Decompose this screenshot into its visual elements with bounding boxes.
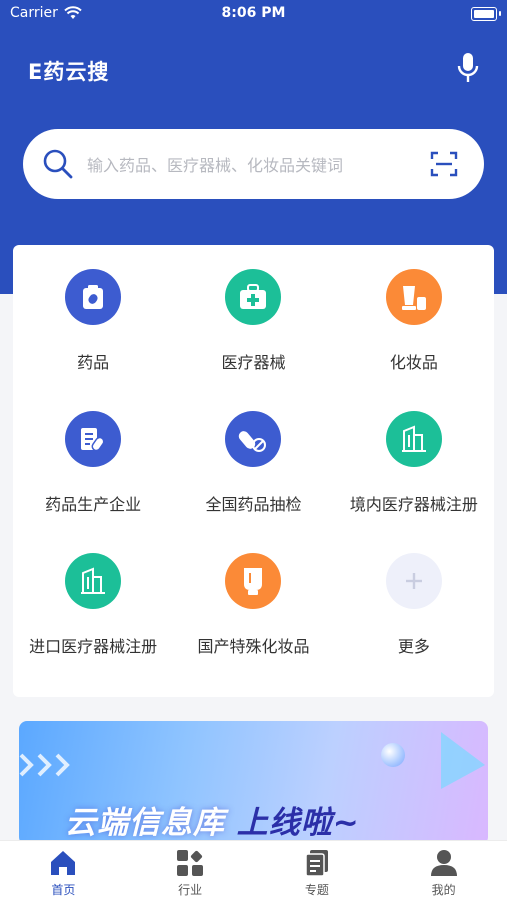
tab-label: 行业: [178, 883, 203, 897]
pill-capsule-icon: [225, 411, 282, 467]
tab-industry[interactable]: 行业: [127, 841, 253, 901]
medicine-box-icon: [65, 269, 122, 325]
cosmetics-icon: [385, 269, 442, 325]
play-shape-decoration: [441, 732, 485, 789]
plus-icon: [385, 553, 442, 609]
pharma-factory-icon: [65, 411, 122, 467]
category-label: 医疗器械: [221, 353, 286, 372]
user-icon: [430, 850, 457, 876]
tab-topics[interactable]: 专题: [254, 841, 380, 901]
building-icon: [65, 553, 122, 609]
category-medicine[interactable]: 药品: [13, 269, 173, 373]
grid-apps-icon: [177, 850, 204, 876]
search-input[interactable]: [85, 149, 389, 181]
app-bar: E药云搜: [0, 50, 507, 88]
category-label: 进口医疗器械注册: [29, 637, 158, 656]
medical-kit-icon: [225, 269, 282, 325]
category-drug-inspection[interactable]: 全国药品抽检: [173, 411, 333, 515]
status-time: 8:06 PM: [221, 5, 286, 21]
tab-label: 我的: [431, 883, 456, 897]
building-icon: [385, 411, 442, 467]
battery-tip: [499, 11, 501, 16]
bottom-tab-bar: 首页 行业 专题 我的: [0, 840, 507, 901]
tab-label: 首页: [51, 883, 76, 897]
category-imported-device-reg[interactable]: 进口医疗器械注册: [13, 553, 173, 657]
promo-banner[interactable]: 云端信息库 上线啦~: [19, 721, 488, 845]
category-label: 全国药品抽检: [205, 495, 302, 514]
scan-icon[interactable]: [430, 151, 458, 177]
app-logo-text: E药云搜: [28, 60, 110, 84]
category-pharma-manufacturer[interactable]: 药品生产企业: [13, 411, 173, 515]
category-label: 境内医疗器械注册: [349, 495, 478, 514]
banner-title-tail: 上线啦~: [236, 805, 360, 841]
microphone-icon[interactable]: [457, 52, 479, 84]
category-label: 药品生产企业: [45, 495, 142, 514]
chevrons-decoration-icon: [19, 753, 70, 777]
battery-icon: [471, 7, 497, 21]
category-label: 国产特殊化妆品: [197, 637, 310, 656]
app-logo: E药云搜: [28, 56, 109, 86]
status-bar: Carrier 8:06 PM: [0, 0, 507, 28]
banner-title: 云端信息库 上线啦~: [65, 797, 360, 842]
cosmetic-tube-icon: [225, 553, 282, 609]
banner-title-main: 云端信息库: [65, 805, 225, 841]
category-label: 更多: [397, 637, 430, 656]
category-domestic-device-reg[interactable]: 境内医疗器械注册: [334, 411, 494, 515]
category-cosmetics[interactable]: 化妆品: [334, 269, 494, 373]
category-special-cosmetics[interactable]: 国产特殊化妆品: [173, 553, 333, 657]
search-icon[interactable]: [41, 147, 75, 181]
category-card: 药品 医疗器械 化妆品 药品生产企业 全国药品抽检 境内医疗器械注册 进口医疗器…: [13, 245, 494, 697]
category-label: 药品: [77, 353, 110, 372]
tab-home[interactable]: 首页: [0, 841, 126, 901]
category-grid: 药品 医疗器械 化妆品 药品生产企业 全国药品抽检 境内医疗器械注册 进口医疗器…: [13, 269, 494, 657]
search-bar[interactable]: [23, 129, 484, 199]
document-icon: [305, 850, 328, 877]
category-medical-device[interactable]: 医疗器械: [173, 269, 333, 373]
category-more[interactable]: 更多: [334, 553, 494, 657]
home-icon: [51, 851, 76, 875]
tab-profile[interactable]: 我的: [381, 841, 507, 901]
tab-label: 专题: [304, 883, 329, 897]
category-label: 化妆品: [389, 353, 438, 372]
orb-decoration: [381, 743, 405, 767]
